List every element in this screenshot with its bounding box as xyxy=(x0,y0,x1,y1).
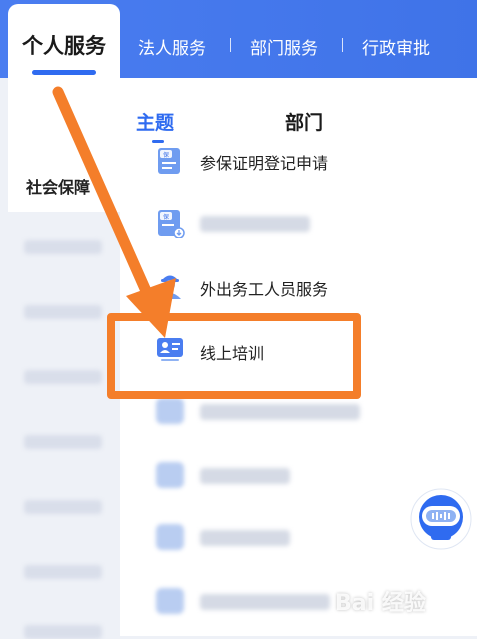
service-item-blurred[interactable] xyxy=(200,594,330,610)
blurred-service-icon xyxy=(156,588,184,614)
service-item-blurred[interactable] xyxy=(200,468,290,484)
blurred-service-icon xyxy=(156,524,184,550)
sidebar-item-blurred[interactable] xyxy=(24,240,102,254)
sidebar-item-blurred[interactable] xyxy=(24,370,102,384)
sidebar-item-blurred[interactable] xyxy=(24,305,102,319)
sub-tab-theme[interactable]: 主题 xyxy=(136,108,174,135)
sidebar-item-blurred[interactable] xyxy=(24,565,102,579)
sub-tab-department[interactable]: 部门 xyxy=(285,108,323,135)
tab-department-services[interactable]: 部门服务 xyxy=(250,34,318,59)
active-tab-indicator xyxy=(32,70,96,75)
worker-icon xyxy=(159,275,181,299)
tab-personal-services[interactable]: 个人服务 xyxy=(8,4,120,80)
sidebar-item-blurred[interactable] xyxy=(24,500,102,514)
sidebar-item-label: 社会保障 xyxy=(26,178,91,197)
tab-legal-person-services[interactable]: 法人服务 xyxy=(138,34,206,59)
service-item-migrant-worker[interactable]: 外出务工人员服务 xyxy=(200,276,328,300)
insurance-doc-icon: 保 xyxy=(158,148,180,174)
sidebar-item-blurred[interactable] xyxy=(24,625,102,639)
service-item-blurred[interactable] xyxy=(200,530,290,546)
highlight-box xyxy=(107,313,361,399)
tab-administrative-approval[interactable]: 行政审批 xyxy=(362,34,430,59)
baidu-jingyan-watermark: Bai 经验 xyxy=(335,591,426,616)
sidebar-item-blurred[interactable] xyxy=(24,435,102,449)
sub-tab-indicator xyxy=(152,140,164,143)
sidebar-item-social-security[interactable]: 社会保障 xyxy=(8,78,120,212)
svg-text:保: 保 xyxy=(163,151,169,159)
service-item-blurred[interactable] xyxy=(200,216,310,232)
svg-text:保: 保 xyxy=(163,213,169,221)
insurance-doc-download-icon: 保 xyxy=(158,210,185,238)
blurred-service-icon xyxy=(156,462,184,488)
service-item-blurred[interactable] xyxy=(200,404,360,420)
tab-separator xyxy=(230,38,231,52)
service-item-insurance-certificate[interactable]: 参保证明登记申请 xyxy=(200,150,328,174)
tab-personal-services-label: 个人服务 xyxy=(22,34,106,58)
robot-assistant-icon[interactable] xyxy=(410,488,472,550)
blurred-service-icon xyxy=(156,398,184,424)
tab-separator xyxy=(342,38,343,52)
